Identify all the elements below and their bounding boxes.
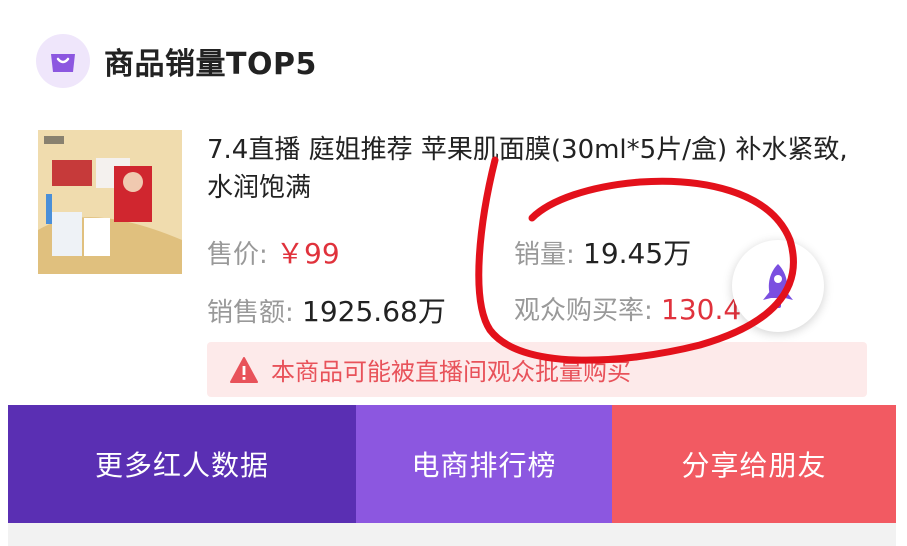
product-title[interactable]: 7.4直播 庭姐推荐 苹果肌面膜(30ml*5片/盒) 补水紧致,水润饱满 bbox=[207, 131, 857, 207]
share-to-friends-button[interactable]: 分享给朋友 bbox=[612, 405, 896, 523]
price-label: 售价: bbox=[207, 240, 268, 270]
rocket-icon bbox=[763, 264, 793, 308]
warning-banner: 本商品可能被直播间观众批量购买 bbox=[207, 342, 867, 397]
price-value: ￥99 bbox=[276, 237, 340, 270]
sales-label: 销量: bbox=[514, 240, 575, 270]
revenue-label: 销售额: bbox=[207, 298, 294, 328]
rocket-button[interactable] bbox=[732, 240, 824, 332]
ecommerce-ranking-button[interactable]: 电商排行榜 bbox=[356, 405, 612, 523]
sales-row: 销量: 19.45万 bbox=[514, 232, 691, 272]
section-header: 商品销量TOP5 bbox=[36, 32, 317, 90]
conversion-row: 观众购买率: 130.4% bbox=[514, 290, 768, 327]
page: 商品销量TOP5 7.4直播 庭姐推荐 苹果肌面膜(30ml*5片/盒) 补水紧… bbox=[0, 0, 907, 546]
price-row: 售价: ￥99 bbox=[207, 232, 340, 272]
bottom-action-bar: 更多红人数据 电商排行榜 分享给朋友 bbox=[8, 405, 896, 523]
warning-text: 本商品可能被直播间观众批量购买 bbox=[271, 358, 631, 386]
conversion-label: 观众购买率: bbox=[514, 296, 653, 326]
sales-value: 19.45万 bbox=[583, 237, 692, 270]
revenue-row: 销售额: 1925.68万 bbox=[207, 290, 446, 330]
footer-strip bbox=[8, 523, 896, 546]
more-influencer-data-button[interactable]: 更多红人数据 bbox=[8, 405, 356, 523]
warning-triangle-icon bbox=[229, 356, 259, 384]
product-thumbnail[interactable] bbox=[38, 130, 182, 274]
shopping-bag-icon bbox=[36, 34, 90, 88]
revenue-value: 1925.68万 bbox=[302, 295, 446, 328]
section-title: 商品销量TOP5 bbox=[104, 47, 317, 82]
